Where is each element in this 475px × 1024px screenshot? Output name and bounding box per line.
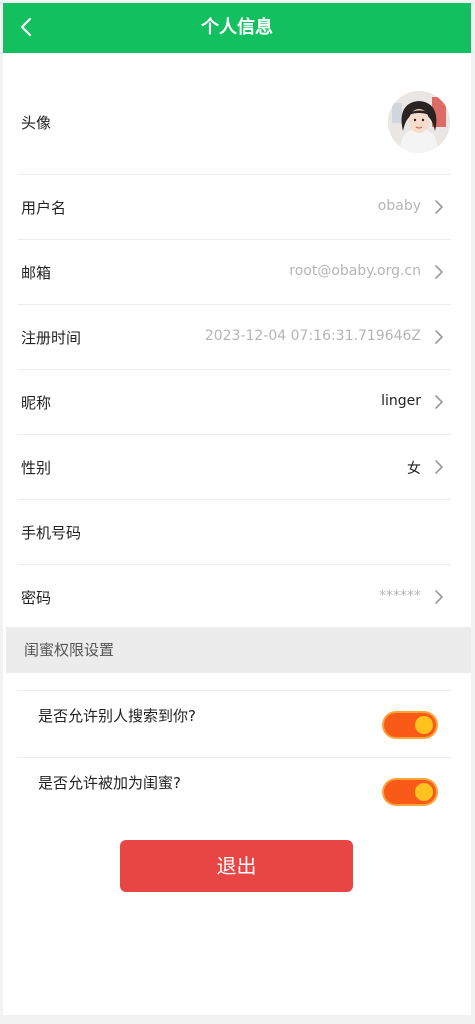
toggle-knob bbox=[415, 716, 433, 734]
profile-screen: 个人信息 头像 用户名 obaby 邮箱 root@obaby.org.cn 注… bbox=[3, 3, 471, 1015]
chevron-right-icon bbox=[435, 460, 443, 474]
allow-search-label: 是否允许别人搜索到你? bbox=[38, 707, 196, 725]
password-label: 密码 bbox=[21, 589, 52, 607]
email-value: root@obaby.org.cn bbox=[289, 263, 421, 279]
avatar-row[interactable]: 头像 bbox=[18, 71, 451, 175]
allow-add-row: 是否允许被加为闺蜜? bbox=[18, 757, 451, 824]
username-value: obaby bbox=[377, 198, 421, 214]
chevron-right-icon bbox=[435, 590, 443, 604]
chevron-right-icon bbox=[435, 265, 443, 279]
chevron-right-icon bbox=[435, 200, 443, 214]
username-label: 用户名 bbox=[21, 199, 67, 217]
nickname-label: 昵称 bbox=[21, 394, 52, 412]
register-time-row[interactable]: 注册时间 2023-12-04 07:16:31.719646Z bbox=[18, 305, 451, 370]
username-row[interactable]: 用户名 obaby bbox=[18, 175, 451, 240]
nav-bar: 个人信息 bbox=[3, 3, 471, 53]
logout-button[interactable]: 退出 bbox=[120, 840, 353, 892]
email-label: 邮箱 bbox=[21, 264, 52, 282]
nickname-row[interactable]: 昵称 linger bbox=[18, 370, 451, 435]
toggle-knob bbox=[415, 783, 433, 801]
email-row[interactable]: 邮箱 root@obaby.org.cn bbox=[18, 240, 451, 305]
allow-add-toggle[interactable] bbox=[384, 780, 436, 804]
password-value: ****** bbox=[379, 588, 421, 604]
permissions-section-title: 闺蜜权限设置 bbox=[24, 641, 115, 659]
nickname-value: linger bbox=[381, 393, 421, 409]
page-title: 个人信息 bbox=[201, 17, 273, 38]
avatar-image bbox=[388, 91, 450, 153]
phone-row[interactable]: 手机号码 bbox=[18, 500, 451, 565]
gender-label: 性别 bbox=[21, 459, 52, 477]
gender-value: 女 bbox=[407, 461, 421, 477]
password-row[interactable]: 密码 ****** bbox=[18, 565, 451, 627]
allow-search-toggle[interactable] bbox=[384, 713, 436, 737]
register-time-label: 注册时间 bbox=[21, 329, 82, 347]
permissions-section-header: 闺蜜权限设置 bbox=[6, 627, 471, 673]
register-time-value: 2023-12-04 07:16:31.719646Z bbox=[204, 328, 421, 344]
gender-row[interactable]: 性别 女 bbox=[18, 435, 451, 500]
phone-label: 手机号码 bbox=[21, 524, 82, 542]
avatar[interactable] bbox=[388, 91, 450, 153]
allow-add-label: 是否允许被加为闺蜜? bbox=[38, 774, 181, 792]
allow-search-row: 是否允许别人搜索到你? bbox=[18, 690, 451, 757]
chevron-right-icon bbox=[435, 395, 443, 409]
chevron-right-icon bbox=[435, 330, 443, 344]
avatar-label: 头像 bbox=[21, 114, 52, 132]
